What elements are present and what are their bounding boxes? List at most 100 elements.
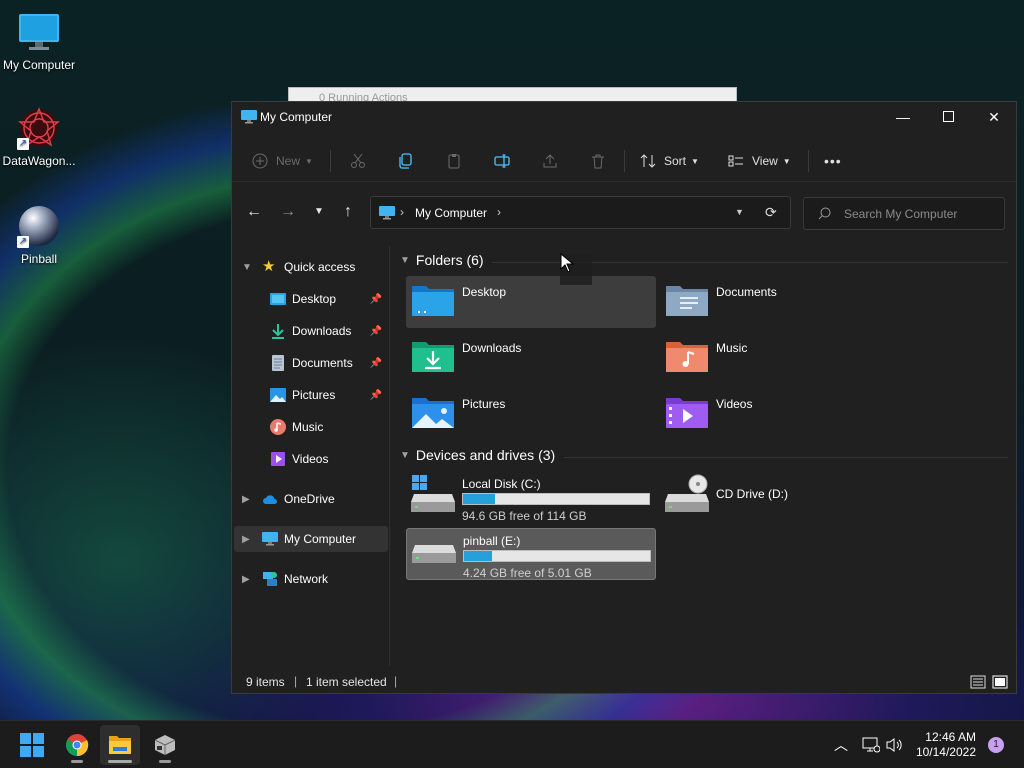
cut-button[interactable] bbox=[350, 148, 366, 174]
status-divider: | bbox=[294, 674, 298, 688]
videos-folder-icon bbox=[666, 398, 708, 428]
explorer-window[interactable]: My Computer — ✕ New ▼ Sort ▼ View ▼ ••• … bbox=[231, 101, 1017, 694]
share-icon bbox=[543, 154, 557, 168]
breadcrumb[interactable]: My Computer bbox=[415, 206, 487, 220]
music-icon bbox=[270, 419, 286, 435]
folder-tile-videos[interactable]: Videos bbox=[660, 388, 910, 440]
folders-section-header[interactable]: ▼ Folders (6) bbox=[400, 252, 484, 268]
pin-icon[interactable]: 📌 bbox=[370, 326, 382, 337]
back-button[interactable]: ← bbox=[242, 194, 266, 230]
sidebar-item-quick-access[interactable]: ▼ ★ Quick access bbox=[234, 254, 388, 280]
chevron-down-icon: ▼ bbox=[305, 156, 313, 166]
drive-tile-e[interactable]: pinball (E:) 4.24 GB free of 5.01 GB bbox=[406, 528, 656, 580]
sidebar-item-documents[interactable]: Documents 📌 bbox=[234, 350, 388, 376]
volume-tray-button[interactable] bbox=[886, 721, 904, 768]
notification-badge[interactable]: 1 bbox=[988, 737, 1004, 753]
windows-drive-icon bbox=[411, 475, 455, 512]
pin-icon[interactable]: 📌 bbox=[370, 294, 382, 305]
sidebar-item-videos[interactable]: Videos bbox=[234, 446, 388, 472]
drives-section-header[interactable]: ▼ Devices and drives (3) bbox=[400, 447, 555, 463]
arrow-up-icon: ↑ bbox=[344, 203, 352, 220]
desktop-icon-label: My Computer bbox=[2, 58, 76, 72]
recent-locations-button[interactable]: ▼ bbox=[307, 194, 331, 230]
pin-icon[interactable]: 📌 bbox=[370, 358, 382, 369]
desktop-icon-my-computer[interactable]: My Computer bbox=[0, 10, 78, 72]
forward-button[interactable]: → bbox=[276, 194, 300, 230]
sidebar-item-label: Downloads bbox=[292, 324, 352, 338]
more-options-button[interactable]: ••• bbox=[824, 148, 842, 174]
drive-name: CD Drive (D:) bbox=[716, 487, 788, 501]
sidebar-item-label: Documents bbox=[292, 356, 353, 370]
chevron-down-icon: ▼ bbox=[314, 206, 324, 217]
trash-icon bbox=[592, 154, 604, 169]
navigation-bar: ← → ▼ ↑ › My Computer › ▼ ⟳ Search My Co… bbox=[232, 194, 1016, 234]
show-hidden-icons-button[interactable]: ︿ bbox=[834, 721, 848, 768]
search-box[interactable]: Search My Computer bbox=[803, 197, 1005, 230]
taskbar-clock[interactable]: 12:46 AM 10/14/2022 bbox=[916, 730, 976, 760]
chevron-down-icon: ▼ bbox=[782, 156, 791, 166]
start-button[interactable] bbox=[12, 725, 52, 765]
breadcrumb-chevron-icon[interactable]: › bbox=[497, 205, 501, 219]
new-button[interactable]: New ▼ bbox=[252, 148, 313, 174]
toolbar-separator bbox=[330, 150, 331, 172]
taskbar-app-cube[interactable] bbox=[145, 725, 185, 765]
sidebar-item-downloads[interactable]: Downloads 📌 bbox=[234, 318, 388, 344]
share-button[interactable] bbox=[542, 148, 558, 174]
drive-usage-fill bbox=[463, 494, 495, 504]
music-folder-icon bbox=[666, 342, 708, 372]
pictures-icon bbox=[270, 388, 286, 402]
rename-button[interactable] bbox=[494, 148, 510, 174]
minimize-button[interactable]: — bbox=[880, 102, 926, 132]
refresh-icon[interactable]: ⟳ bbox=[765, 204, 777, 221]
running-indicator bbox=[71, 760, 83, 763]
desktop-icon-datawagon[interactable]: ↗ DataWagon... bbox=[0, 106, 78, 168]
taskbar-chrome[interactable] bbox=[57, 725, 97, 765]
drive-tile-d[interactable]: CD Drive (D:) bbox=[660, 472, 910, 524]
sidebar-item-pictures[interactable]: Pictures 📌 bbox=[234, 382, 388, 408]
new-plus-icon bbox=[252, 153, 268, 169]
search-placeholder: Search My Computer bbox=[844, 207, 958, 221]
close-icon: ✕ bbox=[988, 109, 1000, 125]
maximize-icon bbox=[942, 111, 954, 122]
folder-name: Documents bbox=[716, 285, 777, 299]
chrome-icon bbox=[66, 734, 89, 757]
network-tray-button[interactable] bbox=[862, 721, 880, 768]
pin-icon[interactable]: 📌 bbox=[370, 390, 382, 401]
drive-tile-c[interactable]: Local Disk (C:) 94.6 GB free of 114 GB bbox=[406, 472, 656, 524]
tiles-view-button[interactable] bbox=[992, 674, 1008, 693]
folder-tile-downloads[interactable]: Downloads bbox=[406, 332, 656, 384]
details-view-button[interactable] bbox=[970, 674, 986, 693]
drag-ghost bbox=[560, 253, 592, 285]
sidebar-item-my-computer[interactable]: ▶ My Computer bbox=[234, 526, 388, 552]
shortcut-arrow-icon: ↗ bbox=[17, 138, 29, 150]
sidebar-item-network[interactable]: ▶ Network bbox=[234, 566, 388, 592]
sidebar-item-desktop[interactable]: Desktop 📌 bbox=[234, 286, 388, 312]
delete-button[interactable] bbox=[590, 148, 606, 174]
maximize-button[interactable] bbox=[925, 102, 971, 132]
sidebar-item-label: Videos bbox=[292, 452, 329, 466]
paste-button[interactable] bbox=[446, 148, 462, 174]
up-button[interactable]: ↑ bbox=[336, 194, 360, 230]
search-icon bbox=[818, 207, 831, 223]
sidebar-item-music[interactable]: Music bbox=[234, 414, 388, 440]
folder-tile-documents[interactable]: Documents bbox=[660, 276, 910, 328]
folder-tile-desktop[interactable]: Desktop bbox=[406, 276, 656, 328]
sidebar-item-onedrive[interactable]: ▶ OneDrive bbox=[234, 486, 388, 512]
folder-tile-music[interactable]: Music bbox=[660, 332, 910, 384]
close-button[interactable]: ✕ bbox=[971, 102, 1017, 132]
chevron-right-icon: ▶ bbox=[242, 493, 250, 505]
sort-button[interactable]: Sort ▼ bbox=[640, 148, 699, 174]
cloud-icon bbox=[263, 495, 277, 504]
address-bar[interactable]: › My Computer › ▼ ⟳ bbox=[370, 196, 791, 229]
desktop-folder-icon bbox=[412, 286, 454, 316]
title-bar[interactable]: My Computer — ✕ bbox=[232, 102, 1016, 132]
folder-tile-pictures[interactable]: Pictures bbox=[406, 388, 656, 440]
sidebar-item-label: OneDrive bbox=[284, 492, 335, 506]
copy-button[interactable] bbox=[398, 148, 414, 174]
taskbar-file-explorer[interactable] bbox=[100, 725, 140, 765]
toolbar-separator bbox=[624, 150, 625, 172]
address-history-chevron-icon[interactable]: ▼ bbox=[735, 207, 744, 217]
folder-name: Desktop bbox=[462, 285, 507, 299]
view-button[interactable]: View ▼ bbox=[728, 148, 791, 174]
desktop-icon-pinball[interactable]: ↗ Pinball bbox=[0, 204, 78, 266]
